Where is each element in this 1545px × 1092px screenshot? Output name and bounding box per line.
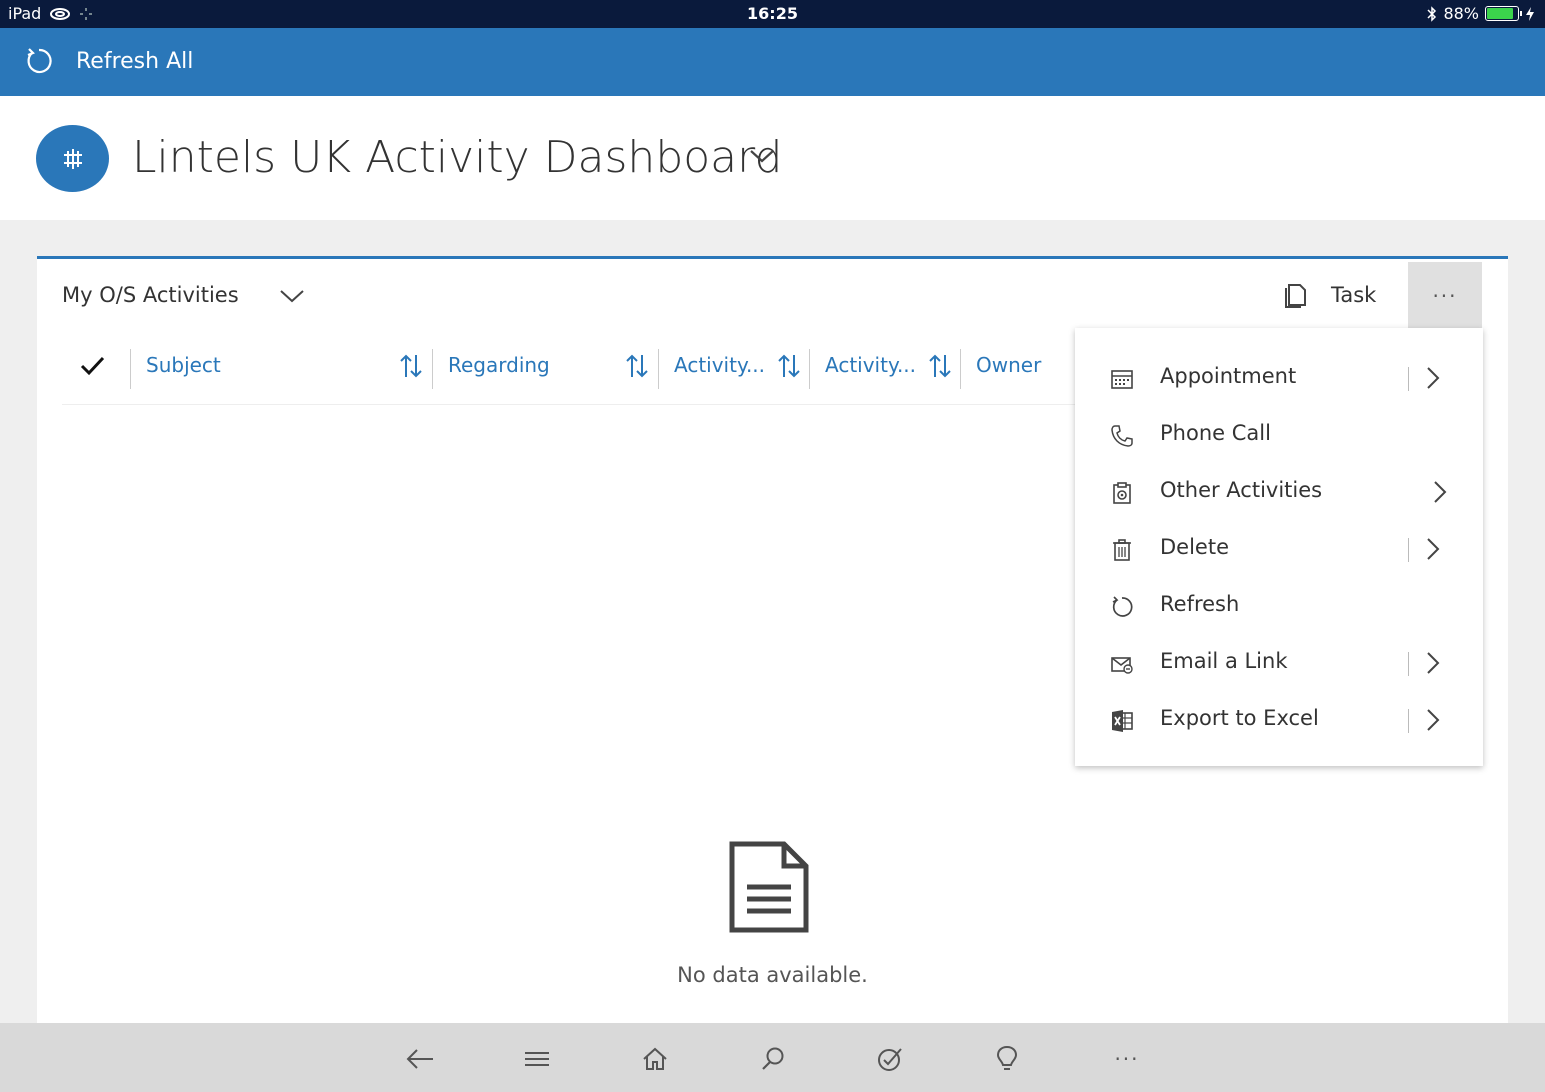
status-left: iPad xyxy=(8,4,93,23)
task-icon xyxy=(1285,284,1306,308)
refresh-all-label: Refresh All xyxy=(76,48,194,74)
column-activity-type[interactable]: Activity... xyxy=(674,353,765,377)
column-owner[interactable]: Owner xyxy=(976,353,1041,377)
lightbulb-icon xyxy=(996,1045,1018,1070)
battery-fill xyxy=(1487,8,1514,19)
dashboard-icon xyxy=(36,125,109,192)
menu-item-label: Appointment xyxy=(1160,364,1297,388)
empty-document-icon xyxy=(729,841,809,933)
column-separator xyxy=(432,349,433,389)
chevron-right-icon[interactable] xyxy=(1425,365,1441,391)
chevron-right-icon[interactable] xyxy=(1425,707,1441,733)
trash-icon xyxy=(1113,539,1131,561)
refresh-all-button[interactable]: Refresh All xyxy=(24,46,193,76)
search-button[interactable] xyxy=(757,1043,789,1075)
menu-item-label: Export to Excel xyxy=(1160,706,1319,730)
menu-item-phone-call[interactable]: Phone Call xyxy=(1075,408,1483,465)
column-regarding[interactable]: Regarding xyxy=(448,353,550,377)
split-separator xyxy=(1408,652,1409,676)
bluetooth-icon xyxy=(1427,5,1437,22)
status-right: 88% xyxy=(1427,4,1535,23)
new-activity-button[interactable] xyxy=(874,1043,906,1075)
column-subject[interactable]: Subject xyxy=(146,353,221,377)
excel-icon xyxy=(1112,710,1133,732)
task-label: Task xyxy=(1331,283,1377,307)
device-name: iPad xyxy=(8,4,42,23)
charging-icon xyxy=(1526,6,1534,21)
activity-spinner-icon xyxy=(80,7,93,20)
sort-icon[interactable] xyxy=(399,353,423,379)
more-commands-button[interactable]: ··· xyxy=(1408,262,1482,330)
task-button[interactable]: Task xyxy=(1283,281,1376,309)
empty-message: No data available. xyxy=(677,963,868,987)
command-bar: Refresh All xyxy=(0,28,1545,96)
column-separator xyxy=(809,349,810,389)
view-selector-label[interactable]: My O/S Activities xyxy=(62,283,239,307)
split-separator xyxy=(1408,367,1409,391)
menu-item-export-to-excel[interactable]: Export to Excel xyxy=(1075,693,1483,750)
refresh-icon xyxy=(1112,596,1133,617)
chevron-right-icon[interactable] xyxy=(1425,650,1441,676)
phone-icon xyxy=(1111,425,1133,447)
column-activity-status[interactable]: Activity... xyxy=(825,353,916,377)
menu-item-delete[interactable]: Delete xyxy=(1075,522,1483,579)
grid-header: Subject Regarding Activity... Activity..… xyxy=(62,331,1082,405)
column-separator xyxy=(130,349,131,389)
wifi-icon xyxy=(50,7,71,20)
column-separator xyxy=(658,349,659,389)
menu-item-label: Email a Link xyxy=(1160,649,1288,673)
refresh-icon xyxy=(27,48,52,74)
menu-item-label: Other Activities xyxy=(1160,478,1323,502)
menu-button[interactable] xyxy=(521,1043,553,1075)
home-icon xyxy=(643,1047,667,1070)
hamburger-icon xyxy=(525,1052,549,1066)
dashboard-glyph-icon xyxy=(63,148,82,169)
status-time: 16:25 xyxy=(747,4,798,23)
menu-item-other-activities[interactable]: Other Activities xyxy=(1075,465,1483,522)
split-separator xyxy=(1408,538,1409,562)
more-commands-menu: Appointment Phone Call Other Activities xyxy=(1075,328,1483,766)
dashboard-header: Lintels UK Activity Dashboard xyxy=(0,96,1545,220)
menu-item-email-a-link[interactable]: Email a Link xyxy=(1075,636,1483,693)
calendar-icon xyxy=(1111,370,1133,389)
menu-item-refresh[interactable]: Refresh xyxy=(1075,579,1483,636)
more-nav-button[interactable]: ··· xyxy=(1109,1043,1145,1075)
sort-icon[interactable] xyxy=(625,353,649,379)
chevron-right-icon[interactable] xyxy=(1425,536,1441,562)
status-bar: iPad 16:25 88% xyxy=(0,0,1545,28)
page-title: Lintels UK Activity Dashboard xyxy=(132,132,783,183)
battery-icon xyxy=(1485,6,1522,21)
bottom-nav-bar: ··· xyxy=(0,1023,1545,1092)
menu-item-appointment[interactable]: Appointment xyxy=(1075,351,1483,408)
insights-button[interactable] xyxy=(991,1043,1023,1075)
select-all-checkmark-icon[interactable] xyxy=(80,355,106,377)
sort-icon[interactable] xyxy=(777,353,801,379)
email-link-icon xyxy=(1111,657,1133,674)
home-button[interactable] xyxy=(639,1043,671,1075)
chevron-right-icon[interactable] xyxy=(1432,479,1448,505)
menu-item-label: Delete xyxy=(1160,535,1229,559)
sort-icon[interactable] xyxy=(928,353,952,379)
chevron-down-icon[interactable] xyxy=(748,146,776,166)
split-separator xyxy=(1408,709,1409,733)
search-icon xyxy=(762,1047,784,1070)
check-circle-icon xyxy=(878,1048,902,1071)
column-separator xyxy=(960,349,961,389)
chevron-down-icon[interactable] xyxy=(279,287,305,307)
clipboard-icon xyxy=(1113,482,1131,504)
menu-item-label: Refresh xyxy=(1160,592,1240,616)
battery-percent: 88% xyxy=(1443,4,1479,23)
menu-item-label: Phone Call xyxy=(1160,421,1271,445)
back-arrow-icon xyxy=(406,1049,433,1069)
back-button[interactable] xyxy=(404,1043,436,1075)
